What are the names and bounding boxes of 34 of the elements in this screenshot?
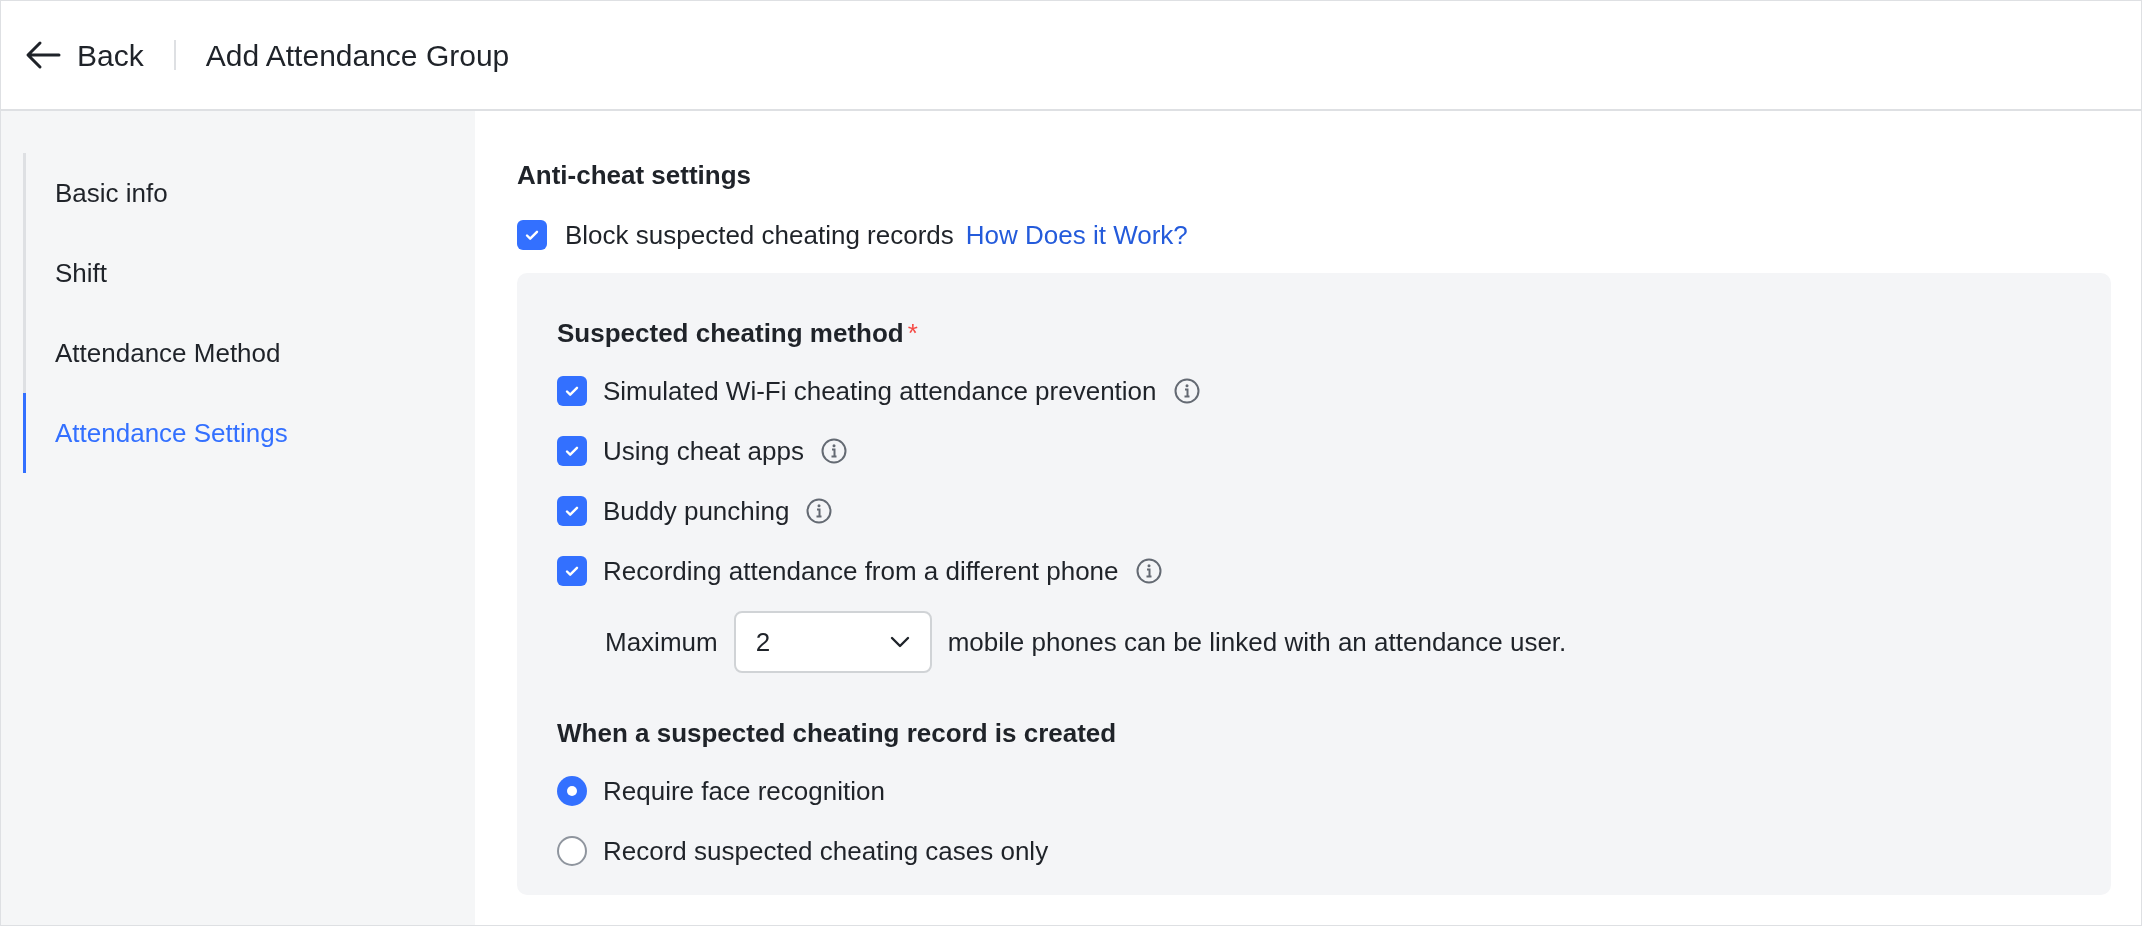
back-button[interactable]: Back bbox=[25, 32, 144, 78]
checkbox-label: Recording attendance from a different phone bbox=[603, 554, 1119, 588]
checkbox[interactable] bbox=[517, 220, 547, 250]
radio-button[interactable] bbox=[557, 836, 587, 866]
checkbox-label: Buddy punching bbox=[603, 494, 790, 528]
page-title: Add Attendance Group bbox=[205, 37, 510, 74]
checkbox[interactable] bbox=[557, 376, 587, 406]
sidebar-item[interactable]: Shift bbox=[23, 233, 475, 313]
group-title: When a suspected cheating record is created bbox=[557, 716, 1118, 750]
checkbox-label: Simulated Wi-Fi cheating attendance prevention bbox=[603, 374, 1157, 408]
radio-button[interactable] bbox=[557, 776, 587, 806]
info-icon bbox=[1172, 377, 1201, 405]
help-link[interactable]: How Does it Work? bbox=[965, 215, 1188, 255]
required-mark: * bbox=[907, 316, 918, 350]
radio-label: Record suspected cheating cases only bbox=[603, 834, 1049, 868]
sidebar-item[interactable]: Basic info bbox=[23, 153, 475, 233]
back-arrow-icon bbox=[25, 40, 61, 70]
info-icon bbox=[805, 497, 834, 525]
info-icon bbox=[819, 437, 848, 465]
checkbox[interactable] bbox=[557, 556, 587, 586]
maximum-label: Maximum bbox=[605, 625, 718, 659]
section-title: Anti-cheat settings bbox=[517, 158, 753, 192]
info-icon bbox=[1134, 557, 1163, 585]
chevron-down-icon bbox=[889, 636, 910, 648]
checkbox-label: Using cheat apps bbox=[603, 434, 804, 468]
checkbox[interactable] bbox=[557, 436, 587, 466]
sidebar-item[interactable]: Attendance Method bbox=[23, 313, 475, 393]
sidebar-item[interactable]: Attendance Settings bbox=[23, 393, 475, 473]
maximum-description: mobile phones can be linked with an attendance user. bbox=[947, 625, 1567, 659]
group-title: Suspected cheating method bbox=[557, 316, 904, 350]
checkbox[interactable] bbox=[557, 496, 587, 526]
checkbox-label: Block suspected cheating records bbox=[565, 218, 954, 252]
count-dropdown[interactable]: 2 bbox=[733, 611, 932, 673]
radio-label: Require face recognition bbox=[603, 774, 885, 808]
